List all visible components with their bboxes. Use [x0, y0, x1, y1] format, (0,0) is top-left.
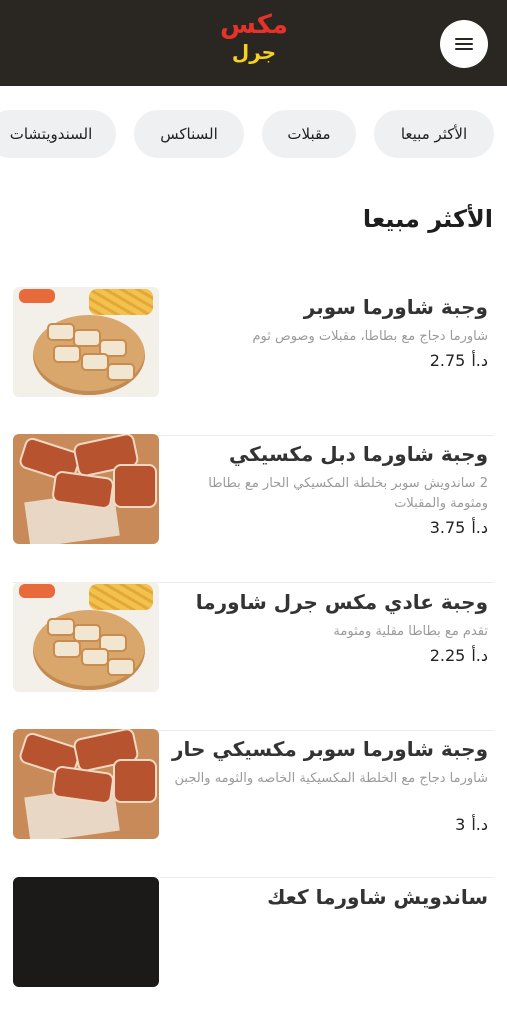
- brand-logo[interactable]: مكس جرل: [212, 10, 296, 76]
- logo-text-bottom: جرل: [231, 40, 277, 64]
- menu-item[interactable]: وجبة شاورما سوبر مكسيكي حار شاورما دجاج …: [12, 729, 494, 878]
- section-title: الأكثر مبيعا: [362, 205, 493, 233]
- mexican-shawarma-image: [13, 729, 159, 839]
- item-price: 2.25 د.أ: [288, 646, 488, 665]
- tab-sandwiches[interactable]: السندويتشات: [0, 110, 116, 158]
- item-name: وجبة عادي مكس جرل شاورما: [195, 590, 488, 614]
- app-header: مكس جرل: [0, 0, 507, 86]
- price-value: 2.75: [429, 351, 466, 370]
- tab-appetizers[interactable]: مقبلات: [262, 110, 356, 158]
- item-description: 2 ساندويش سوبر بخلطة المكسيكي الحار مع ب…: [208, 476, 488, 511]
- item-name: وجبة شاورما دبل مكسيكي: [228, 442, 488, 466]
- menu-item[interactable]: وجبة شاورما دبل مكسيكي 2 ساندويش سوبر بخ…: [12, 434, 494, 583]
- item-price: 3.75 د.أ: [288, 518, 488, 537]
- logo-text-top: مكس: [220, 10, 288, 40]
- item-description: تقدم مع بطاطا مقلية ومثومة: [333, 624, 488, 639]
- shawarma-platter-image: [13, 582, 159, 692]
- currency-label: د.أ: [471, 646, 488, 665]
- price-value: 3: [455, 815, 466, 834]
- menu-item[interactable]: ساندويش شاورما كعك: [12, 877, 494, 1025]
- item-price: 3 د.أ: [288, 815, 488, 834]
- item-description: شاورما دجاج مع الخلطة المكسيكية الخاصه و…: [174, 771, 489, 786]
- menu-item[interactable]: وجبة عادي مكس جرل شاورما تقدم مع بطاطا م…: [12, 582, 494, 731]
- item-name: ساندويش شاورما كعك: [267, 885, 488, 909]
- mexican-shawarma-image: [13, 434, 159, 544]
- menu-button[interactable]: [440, 20, 488, 68]
- price-value: 3.75: [429, 518, 466, 537]
- currency-label: د.أ: [471, 351, 488, 370]
- category-tabs: الأكثر مبيعا مقبلات السناكس السندويتشات: [0, 110, 507, 158]
- currency-label: د.أ: [471, 815, 488, 834]
- item-name: وجبة شاورما سوبر مكسيكي حار: [172, 737, 488, 761]
- menu-item[interactable]: وجبة شاورما سوبر شاورما دجاج مع بطاطا، م…: [12, 287, 494, 436]
- tab-snacks[interactable]: السناكس: [134, 110, 244, 158]
- hamburger-menu-icon: [455, 35, 473, 53]
- tab-best-sellers[interactable]: الأكثر مبيعا: [374, 110, 494, 158]
- currency-label: د.أ: [471, 518, 488, 537]
- price-value: 2.25: [429, 646, 466, 665]
- item-price: 2.75 د.أ: [288, 351, 488, 370]
- shawarma-platter-image: [13, 287, 159, 397]
- sandwich-image: [13, 877, 159, 987]
- item-name: وجبة شاورما سوبر: [303, 295, 488, 319]
- item-description: شاورما دجاج مع بطاطا، مقبلات وصوص ثوم: [252, 329, 488, 344]
